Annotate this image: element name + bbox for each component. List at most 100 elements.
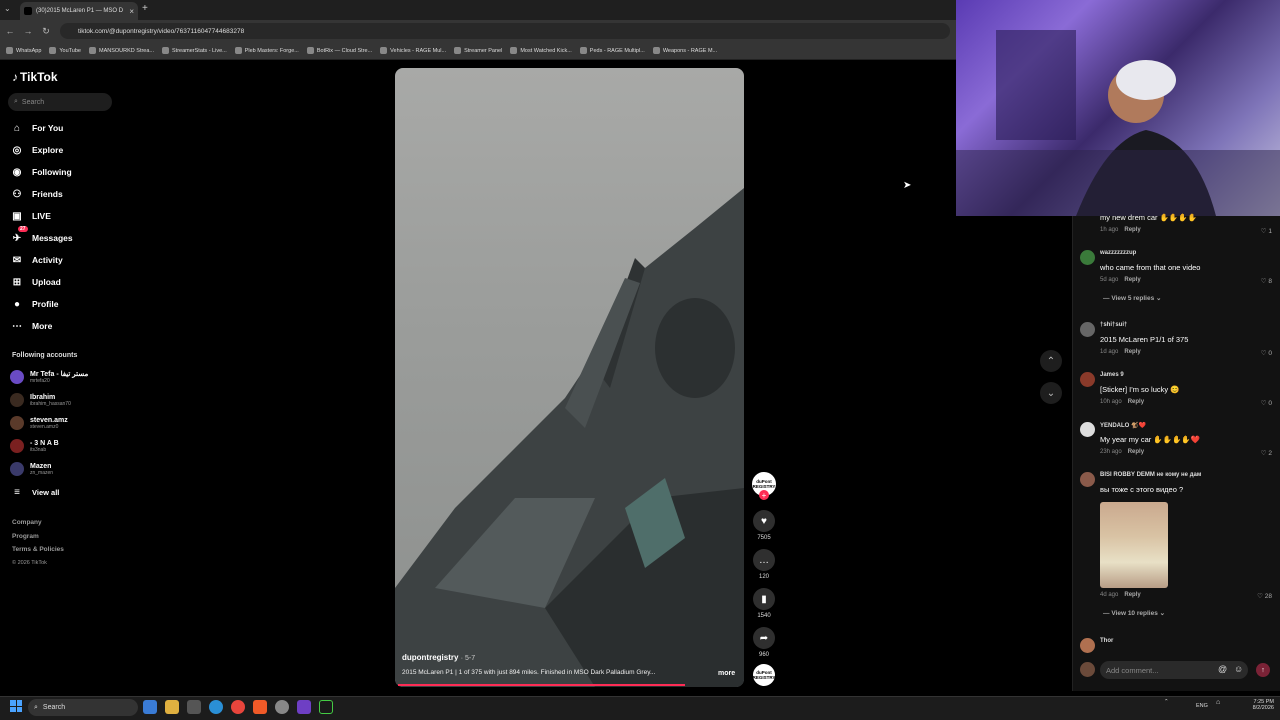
following-account-item[interactable]: Mazen zn_mazen bbox=[10, 459, 120, 479]
reply-button[interactable]: Reply bbox=[1124, 592, 1140, 598]
language-indicator[interactable]: ENG bbox=[1196, 703, 1208, 709]
more-button[interactable]: more bbox=[718, 670, 735, 677]
bookmark-item[interactable]: Streamer Panel bbox=[454, 47, 502, 54]
forward-icon[interactable]: → bbox=[22, 24, 34, 38]
bookmark-item[interactable]: BotRix — Cloud Stre... bbox=[306, 47, 372, 54]
reload-icon[interactable]: ↻ bbox=[40, 24, 52, 38]
comment-like[interactable]: ♡ 2 bbox=[1252, 449, 1272, 457]
comment-author[interactable]: †shi†sui† bbox=[1100, 322, 1127, 328]
footer-link[interactable]: Terms & Policies bbox=[12, 546, 64, 553]
share-button[interactable]: ➦ 960 bbox=[752, 627, 776, 658]
avatar[interactable] bbox=[1080, 472, 1095, 487]
sidebar-item-upload[interactable]: ⊞ Upload bbox=[10, 273, 110, 291]
view-replies-button[interactable]: — View 5 replies ⌄ bbox=[1103, 294, 1161, 302]
sidebar-item-live[interactable]: ▣ LIVE bbox=[10, 207, 110, 225]
music-disc[interactable]: duPont REGISTRY bbox=[752, 664, 776, 686]
sidebar-item-friends[interactable]: ⚇ Friends bbox=[10, 185, 110, 203]
following-account-item[interactable]: steven.amz steven.amz0 bbox=[10, 413, 120, 433]
view-replies-button[interactable]: — View 10 replies ⌄ bbox=[1103, 609, 1165, 617]
like-button[interactable]: ♥ 7505 bbox=[752, 510, 776, 541]
bookmark-item[interactable]: Pleb Masters: Forge... bbox=[234, 47, 299, 54]
clock[interactable]: 7:25 PM 8/2/2026 bbox=[1246, 699, 1274, 711]
avatar[interactable] bbox=[1080, 250, 1095, 265]
bookmark-item[interactable]: Vehicles - RAGE Mul... bbox=[380, 47, 446, 54]
bookmark-item[interactable]: WhatsApp bbox=[6, 47, 41, 54]
sidebar-item-following[interactable]: ◉ Following bbox=[10, 163, 110, 181]
avatar[interactable] bbox=[1080, 322, 1095, 337]
prev-video-button[interactable]: ⌃ bbox=[1040, 350, 1062, 372]
webcam-scene bbox=[956, 30, 1280, 216]
bookmark-item[interactable]: YouTube bbox=[49, 47, 81, 54]
bookmark-item[interactable]: Weapons - RAGE M... bbox=[652, 47, 717, 54]
reply-button[interactable]: Reply bbox=[1128, 399, 1144, 405]
comment-like[interactable]: ♡ 1 bbox=[1252, 227, 1272, 235]
avatar[interactable] bbox=[1080, 638, 1095, 653]
follow-plus-icon[interactable]: + bbox=[759, 490, 769, 500]
new-tab-icon[interactable]: + bbox=[142, 3, 148, 14]
kick-icon[interactable] bbox=[319, 700, 333, 714]
footer-link[interactable]: Program bbox=[12, 533, 39, 540]
comment-author[interactable]: YENDALO 🐒❤️ bbox=[1100, 422, 1146, 429]
bookmark-item[interactable]: Peds - RAGE Multipl... bbox=[579, 47, 645, 54]
reply-button[interactable]: Reply bbox=[1124, 277, 1140, 283]
chrome-icon[interactable] bbox=[231, 700, 245, 714]
emoji-icon[interactable]: ☺ bbox=[1234, 664, 1243, 674]
discord-icon[interactable] bbox=[297, 700, 311, 714]
brave-icon[interactable] bbox=[253, 700, 267, 714]
search-input[interactable]: ⌕ Search bbox=[8, 93, 112, 111]
video-progress-bar[interactable] bbox=[398, 684, 686, 686]
comment-attached-image[interactable] bbox=[1100, 502, 1168, 588]
sidebar-item-for-you[interactable]: ⌂ For You bbox=[10, 119, 110, 137]
avatar[interactable] bbox=[1080, 372, 1095, 387]
comment-author[interactable]: James 9 bbox=[1100, 372, 1124, 378]
back-icon[interactable]: ← bbox=[4, 24, 16, 38]
sidebar-item-profile[interactable]: ● Profile bbox=[10, 295, 110, 313]
reply-button[interactable]: Reply bbox=[1124, 349, 1140, 355]
send-comment-button[interactable]: ↑ bbox=[1256, 663, 1270, 677]
following-account-item[interactable]: - 3 N A Bits3nab bbox=[10, 436, 120, 456]
sidebar-item-explore[interactable]: ◎ Explore bbox=[10, 141, 110, 159]
windows-start-icon[interactable] bbox=[10, 700, 22, 712]
browser-tab[interactable]: (30)2015 McLaren P1 — MSO D × bbox=[20, 2, 138, 20]
tiktok-logo[interactable]: ♪ TikTok bbox=[12, 70, 58, 84]
app-icon[interactable] bbox=[187, 700, 201, 714]
edge-icon[interactable] bbox=[209, 700, 223, 714]
comment-meta: 1d ago Reply bbox=[1100, 349, 1141, 355]
comment-button[interactable]: … 120 bbox=[752, 549, 776, 580]
video-username[interactable]: dupontregistry · 5-7 bbox=[402, 653, 475, 662]
video-player[interactable] bbox=[395, 68, 744, 687]
wifi-icon[interactable]: ⌂ bbox=[1216, 699, 1220, 706]
next-video-button[interactable]: ⌄ bbox=[1040, 382, 1062, 404]
tab-list-icon[interactable]: ⌄ bbox=[4, 4, 11, 13]
save-button[interactable]: ▮ 1540 bbox=[752, 588, 776, 619]
app-icon[interactable] bbox=[275, 700, 289, 714]
bookmark-item[interactable]: Most Watched Kick... bbox=[510, 47, 572, 54]
comment-author[interactable]: Thor bbox=[1100, 638, 1113, 644]
reply-button[interactable]: Reply bbox=[1124, 227, 1140, 233]
reply-button[interactable]: Reply bbox=[1128, 449, 1144, 455]
sidebar-item-more[interactable]: ⋯ More bbox=[10, 317, 110, 335]
sidebar-item-activity[interactable]: ✉ Activity bbox=[10, 251, 110, 269]
sidebar-item-messages[interactable]: ✈ 27 Messages bbox=[10, 226, 110, 247]
following-account-item[interactable]: Mr Tefa - مستر تيفا mrtefa20 bbox=[10, 367, 120, 387]
comment-like[interactable]: ♡ 28 bbox=[1252, 592, 1272, 600]
bookmark-item[interactable]: MANSOURKD Strea... bbox=[89, 47, 154, 54]
footer-link[interactable]: Company bbox=[12, 519, 42, 526]
comment-author[interactable]: BISI ROBBY DEMM не кому не дам bbox=[1100, 472, 1201, 478]
file-explorer-icon[interactable] bbox=[165, 700, 179, 714]
bookmark-item[interactable]: StreamerStats - Live... bbox=[162, 47, 227, 54]
following-account-item[interactable]: Ibrahim ibrahim_hassan70 bbox=[10, 390, 120, 410]
bookmark-label: WhatsApp bbox=[16, 47, 42, 54]
comment-author[interactable]: wazzzzzzzup bbox=[1100, 250, 1136, 256]
close-tab-icon[interactable]: × bbox=[129, 7, 134, 16]
taskbar-search[interactable]: ⌕ Search bbox=[28, 699, 138, 716]
comment-like[interactable]: ♡ 0 bbox=[1252, 399, 1272, 407]
avatar[interactable] bbox=[1080, 422, 1095, 437]
comment-like[interactable]: ♡ 0 bbox=[1252, 349, 1272, 357]
widgets-icon[interactable] bbox=[143, 700, 157, 714]
comment-like[interactable]: ♡ 8 bbox=[1252, 277, 1272, 285]
url-input[interactable]: tiktok.com/@dupontregistry/video/7637116… bbox=[60, 23, 950, 39]
view-all-link[interactable]: ≡ View all bbox=[10, 483, 110, 501]
mention-icon[interactable]: @ bbox=[1218, 664, 1227, 674]
tray-chevron-icon[interactable]: ⌃ bbox=[1164, 699, 1169, 705]
